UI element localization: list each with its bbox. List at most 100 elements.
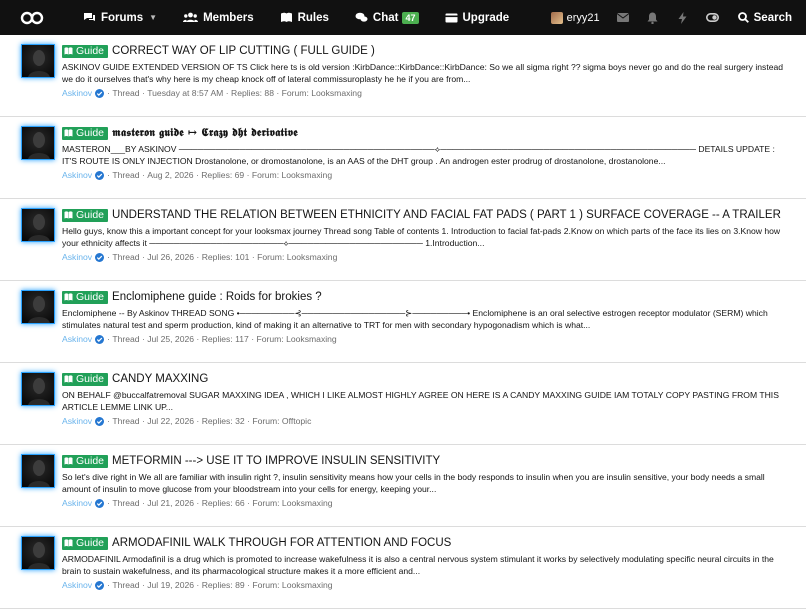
thread-type: Thread: [112, 252, 140, 262]
author-avatar[interactable]: [22, 209, 54, 241]
thread-meta: Askinov · Thread · Jul 22, 2026 · Replie…: [62, 416, 790, 426]
credit-card-icon: [445, 13, 457, 22]
envelope-icon: [616, 13, 629, 22]
thread-snippet: ON BEHALF @buccalfatremoval SUGAR MAXXIN…: [62, 390, 779, 412]
avatar-portrait-icon: [28, 378, 50, 405]
thread-title-link[interactable]: UNDERSTAND THE RELATION BETWEEN ETHNICIT…: [112, 209, 781, 221]
chat-bubbles-icon: [84, 13, 95, 21]
forum-link[interactable]: Forum: Looksmaxing: [257, 252, 337, 262]
guide-prefix-badge[interactable]: Guide: [62, 44, 109, 58]
prefix-label: Guide: [76, 373, 105, 385]
nav-chat[interactable]: Chat 47: [342, 0, 432, 35]
thread-row: Guide CORRECT WAY OF LIP CUTTING ( FULL …: [0, 35, 806, 117]
author-link[interactable]: Askinov: [62, 580, 92, 590]
thread-date-link[interactable]: Jul 26, 2026: [147, 252, 194, 262]
guide-prefix-badge[interactable]: Guide: [62, 372, 109, 386]
forum-link[interactable]: Forum: Looksmaxing: [282, 88, 362, 98]
author-avatar[interactable]: [22, 537, 54, 569]
thread-list: Guide CORRECT WAY OF LIP CUTTING ( FULL …: [0, 35, 806, 609]
thread-type: Thread: [112, 498, 140, 508]
chat-bubbles-icon: [355, 12, 368, 22]
meta-sep: ·: [194, 252, 202, 262]
forum-link[interactable]: Forum: Offtopic: [252, 416, 311, 426]
guide-prefix-badge[interactable]: Guide: [62, 454, 109, 468]
nav-rules-label: Rules: [297, 11, 329, 24]
chevron-down-icon[interactable]: ▼: [149, 13, 157, 22]
nav-upgrade-label: Upgrade: [462, 11, 510, 24]
thread-title-link[interactable]: 𝖒𝖆𝖘𝖙𝖊𝖗𝖔𝖓 𝖌𝖚𝖎𝖉𝖊 ↦ 𝕮𝖗𝖆𝖟𝖞 𝖉𝖍𝖙 𝖉𝖊𝖗𝖎𝖛𝖆𝖙𝖎𝖛𝖊: [112, 126, 298, 140]
users-icon: [183, 12, 199, 22]
guide-prefix-badge[interactable]: Guide: [62, 290, 109, 304]
author-link[interactable]: Askinov: [62, 416, 92, 426]
search-button[interactable]: Search: [728, 0, 806, 35]
meta-sep: ·: [194, 334, 202, 344]
author-link[interactable]: Askinov: [62, 498, 92, 508]
guide-prefix-badge[interactable]: Guide: [62, 208, 109, 222]
meta-sep: ·: [139, 170, 148, 180]
thread-type: Thread: [112, 580, 140, 590]
thread-title-link[interactable]: ARMODAFINIL WALK THROUGH FOR ATTENTION A…: [112, 537, 451, 549]
meta-sep: ·: [244, 580, 253, 590]
prefix-label: Guide: [76, 45, 105, 57]
thread-title-link[interactable]: CORRECT WAY OF LIP CUTTING ( FULL GUIDE …: [112, 45, 375, 57]
author-link[interactable]: Askinov: [62, 88, 92, 98]
meta-sep: ·: [194, 498, 202, 508]
author-avatar[interactable]: [22, 455, 54, 487]
thread-row: Guide ARMODAFINIL WALK THROUGH FOR ATTEN…: [0, 527, 806, 609]
author-link[interactable]: Askinov: [62, 170, 92, 180]
toggle-button[interactable]: [698, 0, 728, 35]
inbox-button[interactable]: [608, 0, 638, 35]
nav-forums[interactable]: Forums ▼: [70, 0, 170, 35]
nav-rules[interactable]: Rules: [267, 0, 342, 35]
reply-count: Replies: 89: [201, 580, 245, 590]
forum-link[interactable]: Forum: Looksmaxing: [252, 580, 332, 590]
prefix-label: Guide: [76, 127, 105, 139]
guide-prefix-badge[interactable]: Guide: [62, 126, 109, 140]
alerts-button[interactable]: [638, 0, 668, 35]
author-avatar[interactable]: [22, 127, 54, 159]
meta-sep: ·: [244, 170, 252, 180]
site-logo-icon[interactable]: [20, 10, 44, 26]
prefix-label: Guide: [76, 209, 105, 221]
forum-link[interactable]: Forum: Looksmaxing: [256, 334, 336, 344]
nav-upgrade[interactable]: Upgrade: [432, 0, 523, 35]
thread-title-link[interactable]: CANDY MAXXING: [112, 373, 208, 385]
meta-sep: ·: [273, 88, 282, 98]
author-avatar[interactable]: [22, 291, 54, 323]
meta-sep: ·: [249, 252, 258, 262]
thread-date-link[interactable]: Tuesday at 8:57 AM: [147, 88, 223, 98]
forum-link[interactable]: Forum: Looksmaxing: [252, 498, 332, 508]
thread-title-link[interactable]: METFORMIN ---> USE IT TO IMPROVE INSULIN…: [112, 455, 440, 467]
nav-members[interactable]: Members: [170, 0, 267, 35]
thread-date-link[interactable]: Jul 25, 2026: [147, 334, 194, 344]
book-icon: [64, 457, 73, 465]
author-avatar[interactable]: [22, 373, 54, 405]
thread-snippet: So let's dive right in We all are famili…: [62, 472, 765, 494]
thread-title-link[interactable]: Enclomiphene guide : Roids for brokies ?: [112, 291, 322, 303]
thread-date-link[interactable]: Jul 21, 2026: [147, 498, 194, 508]
search-label: Search: [753, 11, 792, 24]
thread-date-link[interactable]: Jul 19, 2026: [147, 580, 194, 590]
avatar-portrait-icon: [28, 296, 50, 323]
lightning-bolt-icon: [678, 11, 687, 24]
thread-date-link[interactable]: Jul 22, 2026: [147, 416, 194, 426]
meta-sep: ·: [194, 416, 202, 426]
verified-check-icon: [95, 88, 105, 98]
thread-date-link[interactable]: Aug 2, 2026: [147, 170, 193, 180]
search-icon: [737, 12, 749, 23]
reply-count: Replies: 88: [230, 88, 274, 98]
user-account-button[interactable]: eryy21: [543, 0, 608, 35]
avatar-portrait-icon: [28, 50, 50, 77]
book-icon: [64, 539, 73, 547]
avatar-portrait-icon: [28, 542, 50, 569]
thread-meta: Askinov · Thread · Jul 19, 2026 · Replie…: [62, 580, 790, 590]
forum-link[interactable]: Forum: Looksmaxing: [252, 170, 332, 180]
author-avatar[interactable]: [22, 45, 54, 77]
nav-user-area: eryy21 Search: [543, 0, 806, 35]
guide-prefix-badge[interactable]: Guide: [62, 536, 109, 550]
whats-new-button[interactable]: [668, 0, 698, 35]
thread-meta: Askinov · Thread · Jul 21, 2026 · Replie…: [62, 498, 790, 508]
author-link[interactable]: Askinov: [62, 252, 92, 262]
thread-row: Guide CANDY MAXXING ON BEHALF @buccalfat…: [0, 363, 806, 445]
author-link[interactable]: Askinov: [62, 334, 92, 344]
